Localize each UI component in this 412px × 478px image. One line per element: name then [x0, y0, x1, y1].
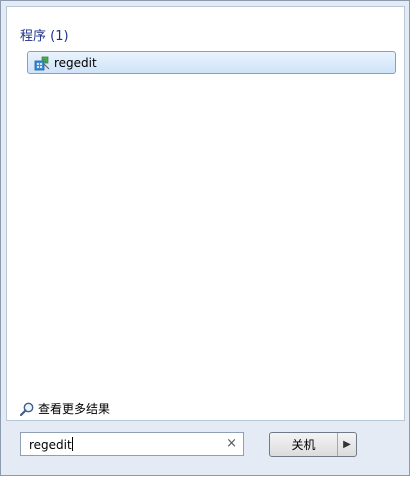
search-results-pane: 程序 (1) regedit 查看更多结果 [6, 6, 405, 421]
magnifier-icon [19, 402, 34, 416]
shutdown-button[interactable]: 关机 [270, 433, 338, 456]
close-icon[interactable]: × [226, 436, 237, 452]
text-caret [71, 437, 73, 451]
see-more-results-label: 查看更多结果 [38, 402, 111, 416]
chevron-right-icon[interactable]: ▶ [338, 433, 356, 456]
regedit-icon [34, 56, 50, 70]
search-input-value: regedit [29, 437, 73, 452]
section-header-programs: 程序 (1) [20, 29, 69, 44]
start-menu-search-window: 程序 (1) regedit 查看更多结果 regedit × 关机 ▶ [0, 0, 410, 476]
result-item-label: regedit [54, 55, 97, 70]
search-input[interactable]: regedit × [20, 432, 244, 456]
see-more-results-link[interactable]: 查看更多结果 [19, 400, 110, 417]
shutdown-button-group: 关机 ▶ [269, 432, 357, 457]
result-item-regedit[interactable]: regedit [27, 51, 396, 74]
